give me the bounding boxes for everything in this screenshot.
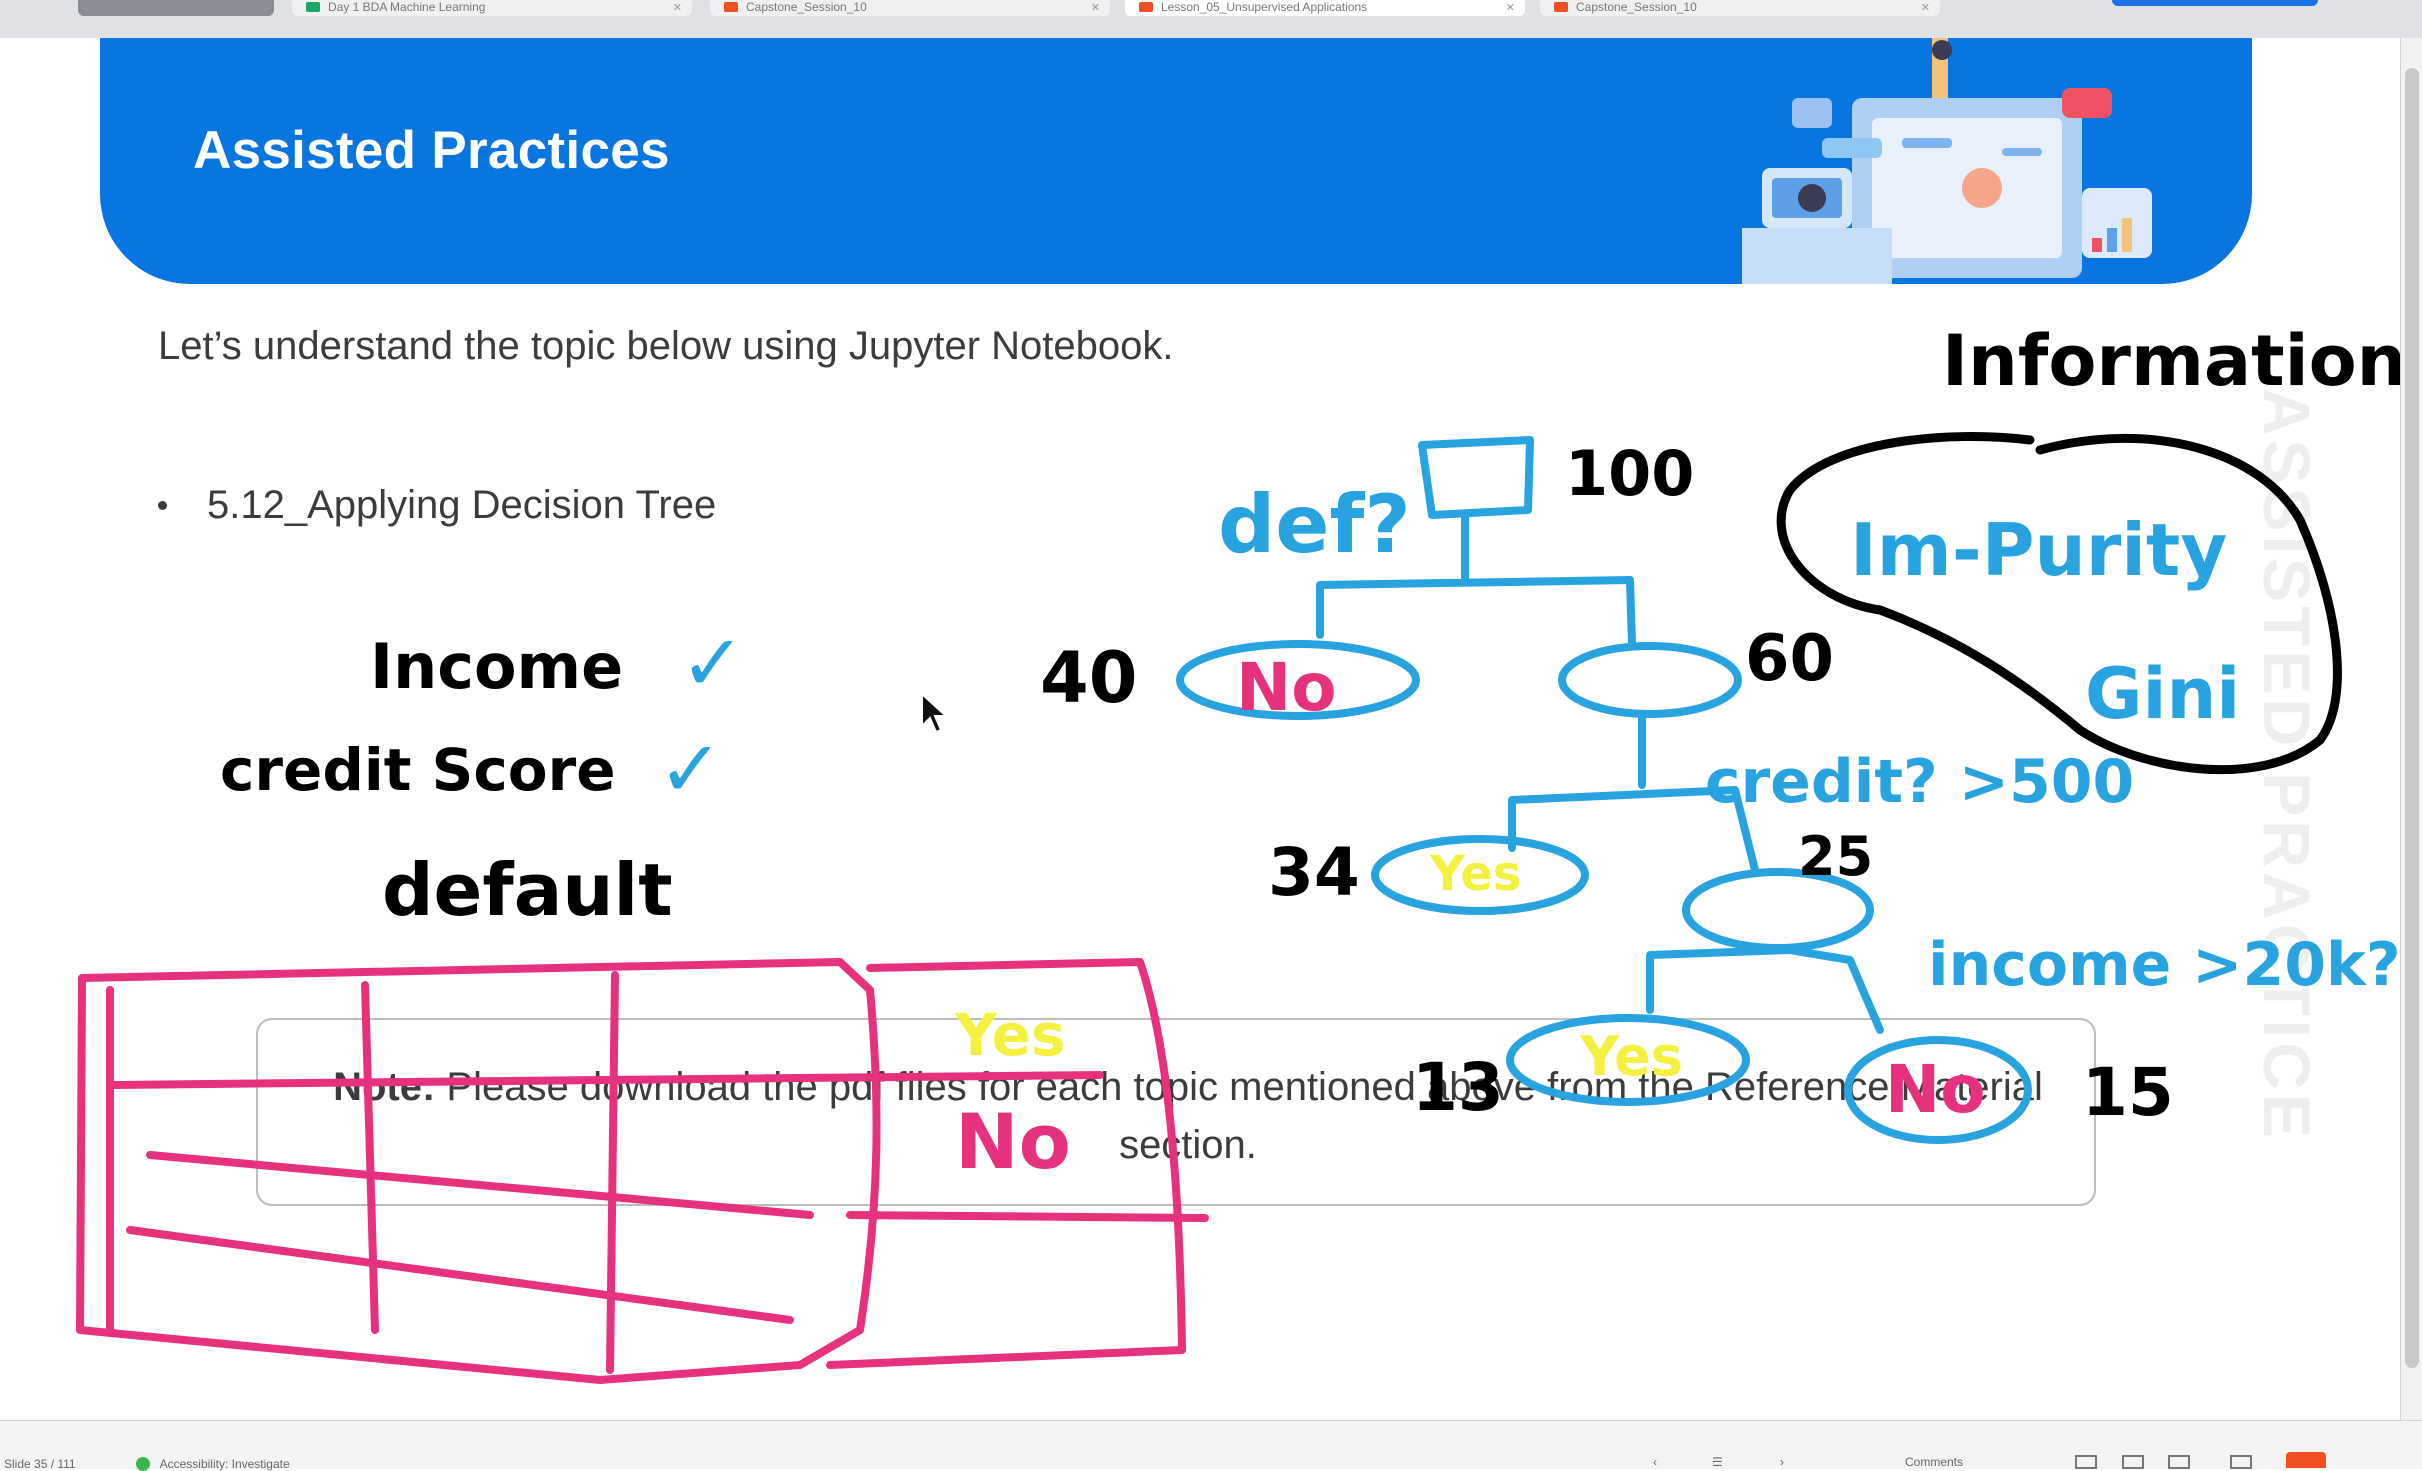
browser-tab-label: Capstone_Session_10 — [746, 0, 867, 14]
slide-banner: Assisted Practices — [100, 38, 2252, 284]
note-body: Please download the pdf files for each t… — [435, 1065, 2043, 1167]
slide-title: Assisted Practices — [193, 121, 670, 180]
slide-canvas: Assisted Practices Let’s understand the … — [0, 38, 2400, 1420]
browser-tab-3[interactable]: Lesson_05_Unsupervised Applications ✕ — [1125, 0, 1525, 16]
vertical-scrollbar[interactable] — [2400, 38, 2422, 1420]
comments-button[interactable]: Comments — [1905, 1455, 1963, 1469]
browser-tab-4[interactable]: Capstone_Session_10 ✕ — [1540, 0, 1940, 16]
status-bar: Slide 35 / 111 Accessibility: Investigat… — [0, 1420, 2422, 1471]
slide-sorter-icon[interactable] — [2122, 1455, 2144, 1469]
scrollbar-thumb[interactable] — [2405, 68, 2419, 1368]
tab-favicon-icon — [724, 2, 738, 12]
browser-tab-2[interactable]: Capstone_Session_10 ✕ — [710, 0, 1110, 16]
browser-tab-label: Day 1 BDA Machine Learning — [328, 0, 486, 14]
bullet-text: 5.12_Applying Decision Tree — [207, 483, 717, 527]
slide-counter: Slide 35 / 111 — [4, 1457, 76, 1471]
browser-tab-label: Capstone_Session_10 — [1576, 0, 1697, 14]
tab-favicon-icon — [306, 2, 320, 12]
normal-view-icon[interactable] — [2075, 1455, 2097, 1469]
note-box: Note: Please download the pdf files for … — [256, 1018, 2096, 1206]
next-arrow-icon[interactable]: › — [1780, 1455, 1784, 1469]
browser-tab-1[interactable]: Day 1 BDA Machine Learning ✕ — [292, 0, 692, 16]
accessibility-status[interactable]: Accessibility: Investigate — [160, 1457, 290, 1471]
presenter-icon[interactable] — [2230, 1455, 2252, 1469]
browser-tab-strip: Day 1 BDA Machine Learning ✕ Capstone_Se… — [0, 0, 2422, 39]
browser-tab-active-group[interactable] — [78, 0, 274, 16]
tab-favicon-icon — [1139, 2, 1153, 12]
note-text: Note: Please download the pdf files for … — [308, 1058, 2068, 1174]
bullet-item: 5.12_Applying Decision Tree — [158, 483, 716, 528]
tab-favicon-icon — [1554, 2, 1568, 12]
browser-tab-label: Lesson_05_Unsupervised Applications — [1161, 0, 1368, 14]
notes-icon[interactable]: ☰ — [1712, 1455, 1723, 1469]
slide-subtitle: Let’s understand the topic below using J… — [158, 324, 1174, 368]
accessibility-icon — [135, 1457, 150, 1471]
prev-arrow-icon[interactable]: ‹ — [1653, 1455, 1657, 1469]
tab-close-icon[interactable]: ✕ — [1506, 1, 1515, 14]
note-label: Note: — [333, 1065, 436, 1109]
status-left: Slide 35 / 111 Accessibility: Investigat… — [0, 1457, 290, 1471]
bullet-dot-icon — [158, 501, 167, 510]
tab-close-icon[interactable]: ✕ — [1091, 1, 1100, 14]
banner-illustration — [1742, 38, 2152, 284]
tab-close-icon[interactable]: ✕ — [673, 1, 682, 14]
tab-close-icon[interactable]: ✕ — [1921, 1, 1930, 14]
side-watermark: ASSISTED PRACTICE — [2250, 388, 2324, 1142]
browser-action-button[interactable] — [2112, 0, 2318, 6]
reading-view-icon[interactable] — [2168, 1455, 2190, 1469]
slideshow-play-button[interactable] — [2286, 1452, 2326, 1468]
